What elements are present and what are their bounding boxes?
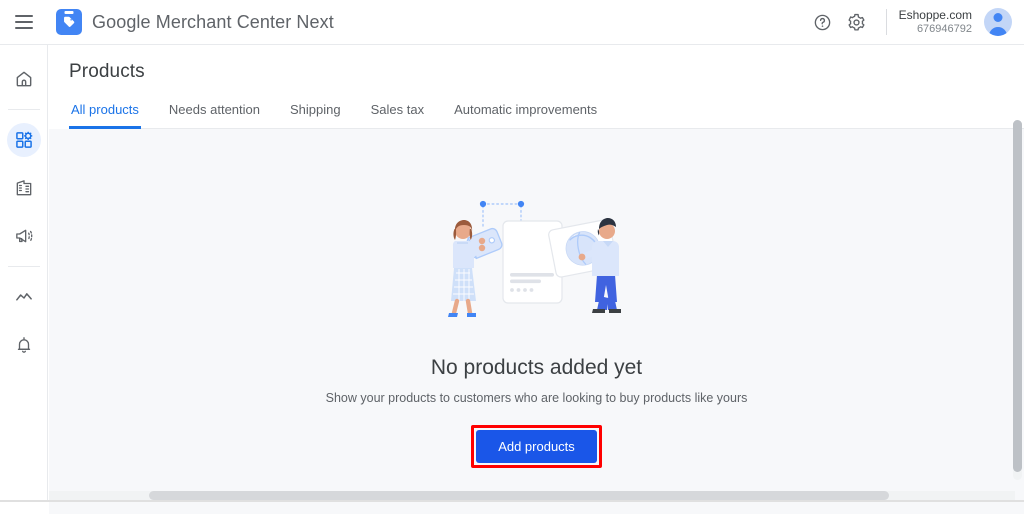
empty-state-subtitle: Show your products to customers who are … — [326, 391, 748, 405]
sidebar-item-notifications[interactable] — [7, 328, 41, 362]
appbar-actions: Eshoppe.com 676946792 — [806, 5, 1024, 39]
main-region: Products All products Needs attention Sh… — [49, 45, 1024, 502]
merchant-center-logo-icon — [56, 9, 82, 35]
content-area: No products added yet Show your products… — [49, 129, 1024, 514]
add-products-highlight: Add products — [471, 425, 602, 468]
horizontal-scrollbar[interactable] — [49, 491, 1015, 500]
logo-clip — [65, 11, 74, 14]
account-id: 676946792 — [899, 23, 972, 37]
sidebar-item-products[interactable] — [7, 123, 41, 157]
hamburger-line — [15, 15, 33, 17]
empty-state: No products added yet Show your products… — [49, 191, 1024, 468]
account-name: Eshoppe.com — [899, 8, 972, 23]
tab-bar: All products Needs attention Shipping Sa… — [69, 101, 1024, 129]
connector-dot-left — [479, 201, 485, 207]
tab-needs-attention[interactable]: Needs attention — [167, 102, 262, 129]
sidebar-divider — [8, 266, 40, 267]
gear-icon[interactable] — [840, 5, 874, 39]
empty-state-title: No products added yet — [431, 356, 642, 380]
account-info[interactable]: Eshoppe.com 676946792 — [899, 8, 972, 37]
tab-shipping[interactable]: Shipping — [288, 102, 343, 129]
brand-logo-link[interactable]: Google Merchant Center Next — [56, 9, 334, 35]
hamburger-line — [15, 21, 33, 23]
sidebar-divider — [8, 109, 40, 110]
hamburger-menu-icon[interactable] — [12, 10, 36, 34]
tab-sales-tax[interactable]: Sales tax — [369, 102, 426, 129]
sidebar-item-home[interactable] — [7, 62, 41, 96]
connector-dot-right — [517, 201, 523, 207]
sidebar-rail — [0, 45, 48, 502]
sidebar-item-store[interactable] — [7, 171, 41, 205]
tab-all-products[interactable]: All products — [69, 102, 141, 129]
add-products-button[interactable]: Add products — [476, 430, 597, 463]
brand-product-word: Merchant Center Next — [151, 12, 334, 32]
page-header: Products All products Needs attention Sh… — [49, 45, 1024, 129]
page-title: Products — [69, 61, 1024, 83]
brand-google-word: Google — [92, 12, 151, 32]
brand-title: Google Merchant Center Next — [92, 12, 334, 33]
two-people-with-product-card-illustration — [437, 191, 637, 326]
hamburger-line — [15, 27, 33, 29]
sidebar-item-performance[interactable] — [7, 280, 41, 314]
horizontal-scrollbar-thumb[interactable] — [149, 491, 889, 500]
sidebar-item-marketing[interactable] — [7, 219, 41, 253]
help-circle-icon[interactable] — [806, 5, 840, 39]
top-app-bar: Google Merchant Center Next Eshoppe.com … — [0, 0, 1024, 45]
appbar-divider — [886, 9, 887, 35]
vertical-scrollbar[interactable] — [1013, 120, 1022, 480]
tab-automatic-improvements[interactable]: Automatic improvements — [452, 102, 599, 129]
vertical-scrollbar-thumb[interactable] — [1013, 120, 1022, 472]
user-avatar-icon[interactable] — [984, 8, 1012, 36]
